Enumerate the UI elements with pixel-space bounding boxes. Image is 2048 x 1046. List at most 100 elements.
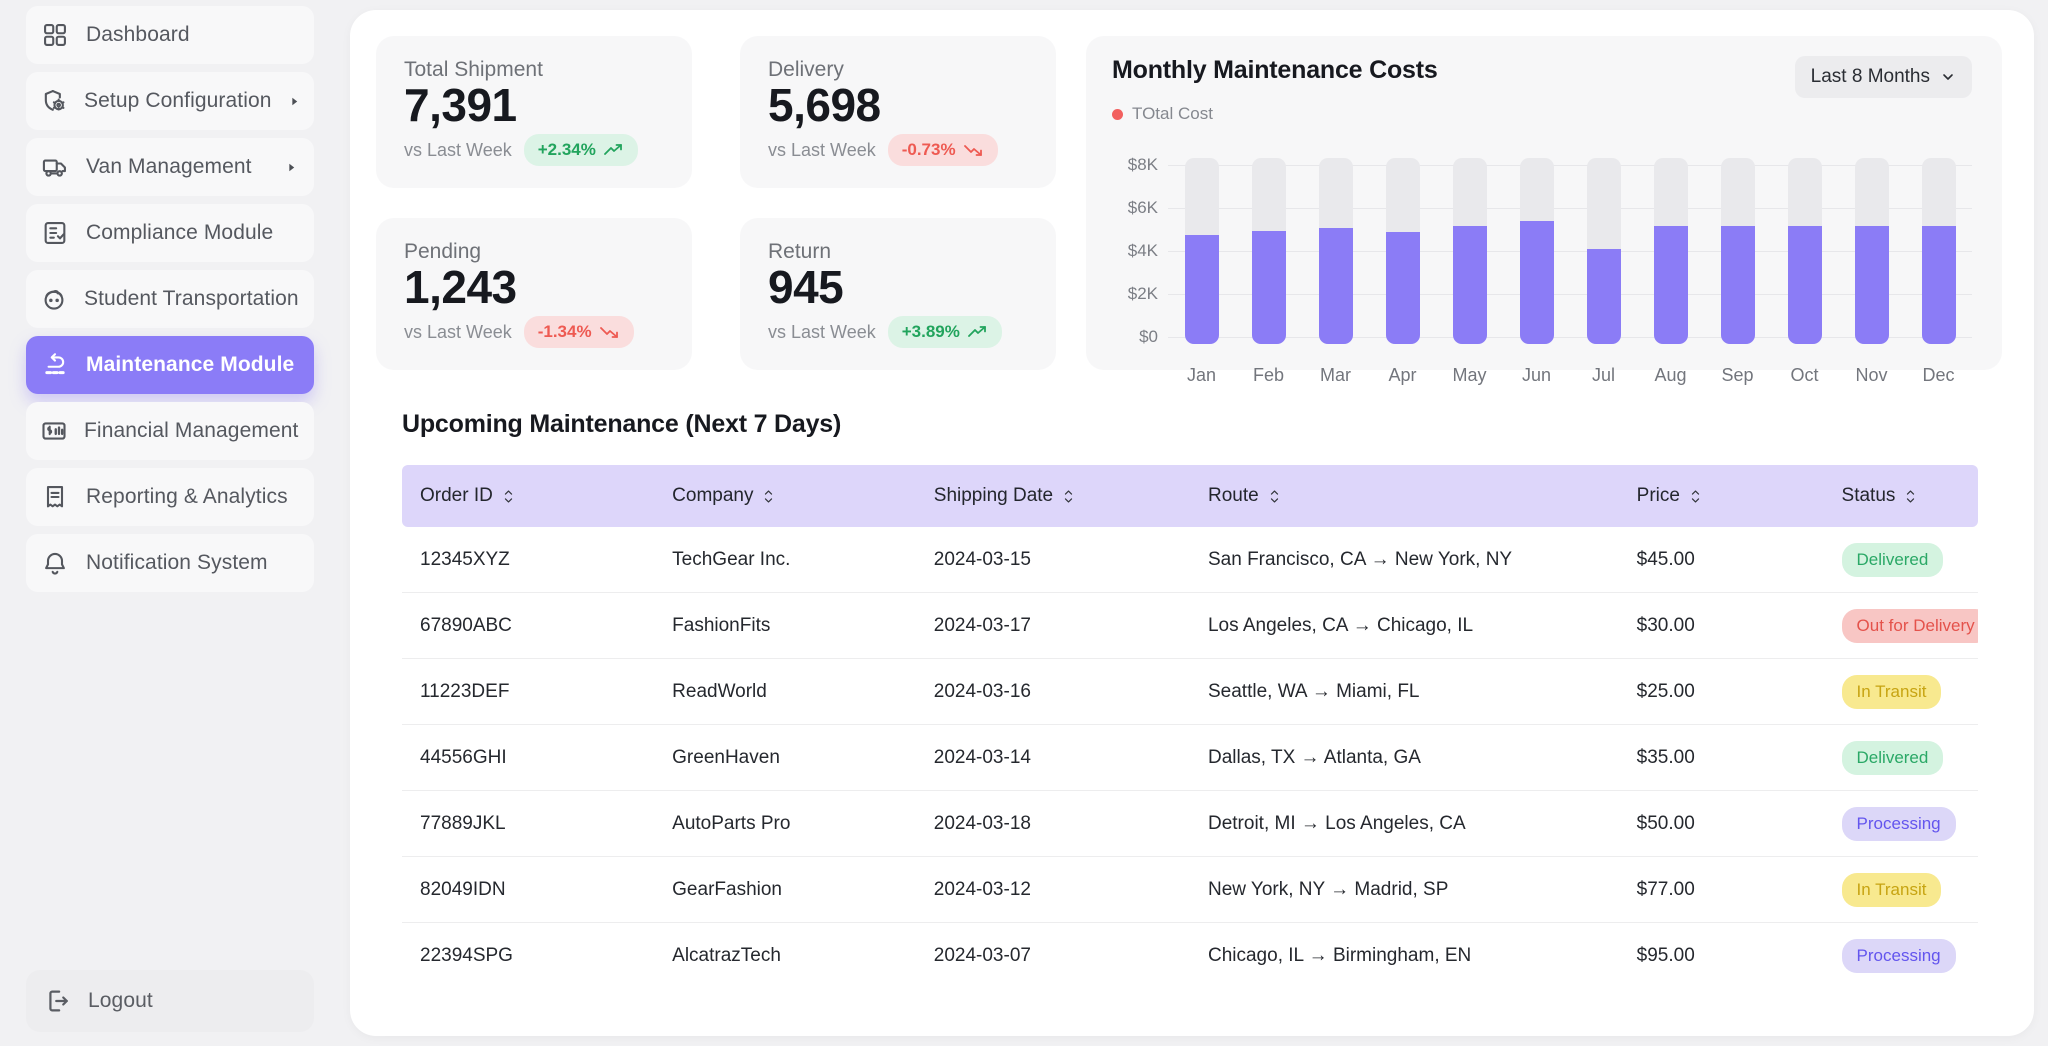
table-title: Upcoming Maintenance (Next 7 Days) (402, 410, 1978, 439)
logout-button[interactable]: Logout (26, 970, 314, 1032)
sidebar-item-maintenance-module[interactable]: Maintenance Module (26, 336, 314, 394)
bar-dec[interactable]: Dec (1922, 138, 1956, 356)
column-header-shipping-date[interactable]: Shipping Date (916, 485, 1190, 507)
status-badge: In Transit (1842, 873, 1942, 907)
sidebar-item-student-transportation[interactable]: Student Transportation (26, 270, 314, 328)
shield-gear-icon (40, 86, 68, 116)
table-row[interactable]: 44556GHIGreenHaven2024-03-14Dallas, TX →… (402, 725, 1978, 791)
bar-fill (1252, 231, 1286, 345)
trend-up-icon (968, 325, 988, 339)
column-header-label: Status (1842, 485, 1896, 507)
chart-range-dropdown[interactable]: Last 8 Months (1795, 56, 1972, 98)
cell-price: $25.00 (1619, 681, 1824, 703)
sidebar-item-setup-configuration[interactable]: Setup Configuration (26, 72, 314, 130)
bar-oct[interactable]: Oct (1788, 138, 1822, 356)
sort-icon (1688, 488, 1703, 505)
sort-icon (761, 488, 776, 505)
sidebar-item-label: Setup Configuration (84, 89, 272, 113)
sidebar-item-compliance-module[interactable]: Compliance Module (26, 204, 314, 262)
stat-compare-label: vs Last Week (404, 322, 512, 343)
cell-order-id: 77889JKL (402, 813, 654, 835)
bar-sep[interactable]: Sep (1721, 138, 1755, 356)
bars-row: Jan Feb Mar Apr May Jun Jul Aug Sep Oct Nov Dec (1168, 138, 1972, 356)
table-row[interactable]: 77889JKLAutoParts Pro2024-03-18Detroit, … (402, 791, 1978, 857)
cell-shipping-date: 2024-03-17 (916, 615, 1190, 637)
status-badge: Out for Delivery (1842, 609, 1978, 643)
bar-fill (1453, 226, 1487, 344)
cell-shipping-date: 2024-03-12 (916, 879, 1190, 901)
column-header-label: Route (1208, 485, 1259, 507)
bar-nov[interactable]: Nov (1855, 138, 1889, 356)
cell-route: Los Angeles, CA → Chicago, IL (1190, 615, 1619, 637)
maintenance-table: Order ID Company Shipping Date Route Price St… (402, 465, 1978, 989)
bar-aug[interactable]: Aug (1654, 138, 1688, 356)
cell-route: Detroit, MI → Los Angeles, CA (1190, 813, 1619, 835)
sidebar-item-label: Financial Management (84, 419, 298, 443)
sidebar-item-reporting-analytics[interactable]: Reporting & Analytics (26, 468, 314, 526)
trend-down-icon (964, 143, 984, 157)
table-row[interactable]: 11223DEFReadWorld2024-03-16Seattle, WA →… (402, 659, 1978, 725)
column-header-company[interactable]: Company (654, 485, 916, 507)
cell-status: Out for Delivery (1824, 609, 1978, 643)
stat-value: 945 (768, 260, 1028, 314)
app-root: Dashboard Setup Configuration Van Manageme… (0, 0, 2048, 1046)
cell-company: GreenHaven (654, 747, 916, 769)
cell-route: San Francisco, CA → New York, NY (1190, 549, 1619, 571)
chart-title: Monthly Maintenance Costs (1112, 56, 1438, 85)
x-tick-label: Nov (1855, 365, 1887, 386)
bar-feb[interactable]: Feb (1252, 138, 1286, 356)
x-tick-label: Sep (1721, 365, 1753, 386)
table-row[interactable]: 82049IDNGearFashion2024-03-12New York, N… (402, 857, 1978, 923)
sidebar-item-financial-management[interactable]: Financial Management (26, 402, 314, 460)
bar-fill (1587, 249, 1621, 344)
stat-compare-label: vs Last Week (768, 140, 876, 161)
table-row[interactable]: 67890ABCFashionFits2024-03-17Los Angeles… (402, 593, 1978, 659)
chart-plot: $0$2K$4K$6K$8K JanFebMarAprMayJunJulAugS… (1112, 138, 1972, 356)
bar-jan[interactable]: Jan (1185, 138, 1219, 356)
column-header-price[interactable]: Price (1619, 485, 1824, 507)
stat-delta-badge: -1.34% (524, 316, 634, 348)
cell-price: $50.00 (1619, 813, 1824, 835)
bar-fill (1788, 226, 1822, 344)
cell-route: Dallas, TX → Atlanta, GA (1190, 747, 1619, 769)
table-row[interactable]: 22394SPGAlcatrazTech2024-03-07Chicago, I… (402, 923, 1978, 989)
bar-jul[interactable]: Jul (1587, 138, 1621, 356)
cell-status: Processing (1824, 939, 1978, 973)
bar-apr[interactable]: Apr (1386, 138, 1420, 356)
logout-label: Logout (88, 989, 153, 1013)
x-tick-label: Jun (1522, 365, 1551, 386)
y-tick-label: $6K (1128, 198, 1158, 218)
status-badge: Delivered (1842, 741, 1944, 775)
sidebar-item-notification-system[interactable]: Notification System (26, 534, 314, 592)
chart-y-axis: $0$2K$4K$6K$8K (1112, 138, 1168, 356)
child-icon (40, 284, 68, 314)
bar-mar[interactable]: Mar (1319, 138, 1353, 356)
cell-order-id: 82049IDN (402, 879, 654, 901)
bar-may[interactable]: May (1453, 138, 1487, 356)
sidebar-item-label: Student Transportation (84, 287, 299, 311)
cell-company: GearFashion (654, 879, 916, 901)
sidebar-item-van-management[interactable]: Van Management (26, 138, 314, 196)
stat-delta-value: +2.34% (538, 140, 596, 160)
maintenance-icon (40, 350, 70, 380)
cell-shipping-date: 2024-03-14 (916, 747, 1190, 769)
column-header-order-id[interactable]: Order ID (402, 485, 654, 507)
stat-delta-badge: +2.34% (524, 134, 638, 166)
column-header-route[interactable]: Route (1190, 485, 1619, 507)
cell-order-id: 12345XYZ (402, 549, 654, 571)
chart-card: Monthly Maintenance Costs Last 8 Months … (1086, 36, 2002, 370)
stat-delta-value: -0.73% (902, 140, 956, 160)
y-tick-label: $8K (1128, 155, 1158, 175)
table-row[interactable]: 12345XYZTechGear Inc.2024-03-15San Franc… (402, 527, 1978, 593)
cell-company: FashionFits (654, 615, 916, 637)
sidebar-item-dashboard[interactable]: Dashboard (26, 6, 314, 64)
y-tick-label: $0 (1139, 327, 1158, 347)
cell-shipping-date: 2024-03-15 (916, 549, 1190, 571)
column-header-label: Company (672, 485, 753, 507)
cell-company: AlcatrazTech (654, 945, 916, 967)
column-header-status[interactable]: Status (1824, 485, 1978, 507)
bar-jun[interactable]: Jun (1520, 138, 1554, 356)
stat-delta-badge: +3.89% (888, 316, 1002, 348)
table-body: 12345XYZTechGear Inc.2024-03-15San Franc… (402, 527, 1978, 989)
x-tick-label: Dec (1922, 365, 1954, 386)
